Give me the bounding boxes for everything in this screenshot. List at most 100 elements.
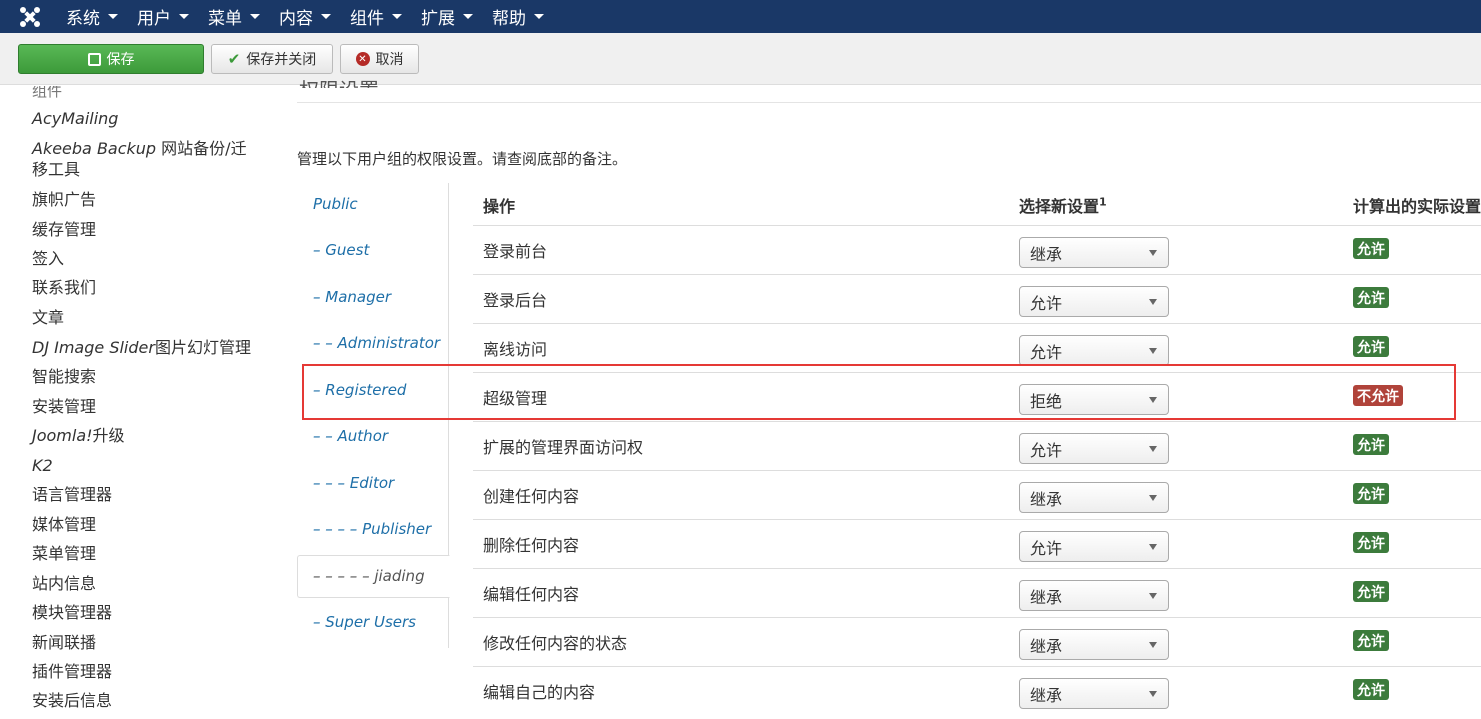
check-icon: ✔ xyxy=(227,50,241,68)
action-name: 创建任何内容 xyxy=(483,487,580,506)
status-badge: 允许 xyxy=(1353,581,1389,602)
status-badge: 允许 xyxy=(1353,630,1389,651)
status-badge: 允许 xyxy=(1353,532,1389,553)
table-row: 离线访问 允许 允许 xyxy=(473,324,1481,373)
menu-help[interactable]: 帮助 xyxy=(486,0,557,33)
permission-select[interactable]: 继承 xyxy=(1019,482,1169,513)
status-badge: 允许 xyxy=(1353,679,1389,700)
column-header-select-label: 选择新设置 xyxy=(1019,197,1100,216)
toolbar: 保存 ✔ 保存并关闭 ✕ 取消 xyxy=(0,33,1481,85)
tab-group-publisher[interactable]: – – – – Publisher xyxy=(313,520,431,538)
column-header-action: 操作 xyxy=(483,197,516,216)
cancel-button[interactable]: ✕ 取消 xyxy=(340,44,419,74)
action-name: 登录后台 xyxy=(483,291,548,310)
menu-label: 组件 xyxy=(350,9,384,29)
sidebar-item-k2[interactable]: K2 xyxy=(32,455,262,476)
sidebar-item-checkin[interactable]: 签入 xyxy=(32,248,262,269)
save-close-label: 保存并关闭 xyxy=(246,52,317,68)
permission-select[interactable]: 拒绝 xyxy=(1019,384,1169,415)
dropdown-arrow-icon xyxy=(1149,593,1157,599)
save-button[interactable]: 保存 xyxy=(18,44,204,74)
select-value: 继承 xyxy=(1030,636,1063,656)
action-name: 删除任何内容 xyxy=(483,536,580,555)
permission-select[interactable]: 允许 xyxy=(1019,531,1169,562)
tab-group-author[interactable]: – – Author xyxy=(313,427,388,445)
status-badge: 允许 xyxy=(1353,434,1389,455)
top-navbar: 系统 用户 菜单 内容 组件 扩展 帮助 xyxy=(0,0,1481,33)
sidebar-item-languages[interactable]: 语言管理器 xyxy=(32,484,262,505)
menu-users[interactable]: 用户 xyxy=(131,0,202,33)
select-value: 允许 xyxy=(1030,538,1063,558)
action-name: 修改任何内容的状态 xyxy=(483,634,628,653)
tab-group-administrator[interactable]: – – Administrator xyxy=(313,334,440,352)
action-name: 超级管理 xyxy=(483,389,548,408)
sidebar-item-contact[interactable]: 联系我们 xyxy=(32,277,262,298)
table-row: 创建任何内容 继承 允许 xyxy=(473,471,1481,520)
sidebar: 组件 AcyMailing Akeeba Backup 网站备份/迁移工具 旗帜… xyxy=(0,86,280,719)
sidebar-item-menus[interactable]: 菜单管理 xyxy=(32,543,262,564)
tab-group-jiading[interactable]: – – – – – jiading xyxy=(313,567,425,585)
sidebar-item-articles[interactable]: 文章 xyxy=(32,307,262,328)
dropdown-arrow-icon xyxy=(1149,446,1157,452)
sidebar-item-modules[interactable]: 模块管理器 xyxy=(32,602,262,623)
sidebar-item-messages[interactable]: 站内信息 xyxy=(32,573,262,594)
menu-menus[interactable]: 菜单 xyxy=(202,0,273,33)
caret-down-icon xyxy=(392,14,402,19)
menu-extensions[interactable]: 扩展 xyxy=(415,0,486,33)
sidebar-item-postinstall[interactable]: 安装后信息 xyxy=(32,690,262,711)
column-header-calculated: 计算出的实际设置 xyxy=(1353,197,1481,216)
dropdown-arrow-icon xyxy=(1149,691,1157,697)
tab-group-super-users[interactable]: – Super Users xyxy=(313,613,416,631)
tab-group-registered[interactable]: – Registered xyxy=(313,381,406,399)
dropdown-arrow-icon xyxy=(1149,299,1157,305)
permission-select[interactable]: 允许 xyxy=(1019,433,1169,464)
menu-label: 帮助 xyxy=(492,9,526,29)
sidebar-item-dj-image-slider[interactable]: DJ Image Slider图片幻灯管理 xyxy=(32,337,262,358)
dropdown-arrow-icon xyxy=(1149,495,1157,501)
menu-components[interactable]: 组件 xyxy=(344,0,415,33)
column-header-select: 选择新设置1 xyxy=(1019,193,1107,217)
tab-group-public[interactable]: Public xyxy=(313,195,358,213)
tab-group-editor[interactable]: – – – Editor xyxy=(313,474,394,492)
sidebar-item-newsfeeds[interactable]: 新闻联播 xyxy=(32,632,262,653)
table-row: 登录后台 允许 允许 xyxy=(473,275,1481,324)
permission-select[interactable]: 允许 xyxy=(1019,286,1169,317)
permission-select[interactable]: 继承 xyxy=(1019,237,1169,268)
dropdown-arrow-icon xyxy=(1149,250,1157,256)
caret-down-icon xyxy=(463,14,473,19)
action-name: 登录前台 xyxy=(483,242,548,261)
sidebar-item-banners[interactable]: 旗帜广告 xyxy=(32,189,262,210)
sidebar-item-media[interactable]: 媒体管理 xyxy=(32,514,262,535)
menu-content[interactable]: 内容 xyxy=(273,0,344,33)
table-row: 登录前台 继承 允许 xyxy=(473,226,1481,275)
menu-system[interactable]: 系统 xyxy=(60,0,131,33)
menu-label: 菜单 xyxy=(208,9,242,29)
sidebar-item-cache[interactable]: 缓存管理 xyxy=(32,219,262,240)
permission-select[interactable]: 继承 xyxy=(1019,678,1169,709)
sidebar-item-akeeba[interactable]: Akeeba Backup 网站备份/迁移工具 xyxy=(32,138,262,180)
status-badge: 不允许 xyxy=(1353,385,1403,406)
select-value: 拒绝 xyxy=(1030,391,1063,411)
status-badge: 允许 xyxy=(1353,287,1389,308)
dropdown-arrow-icon xyxy=(1149,544,1157,550)
sidebar-item-plugins[interactable]: 插件管理器 xyxy=(32,661,262,682)
caret-down-icon xyxy=(108,14,118,19)
permission-select[interactable]: 继承 xyxy=(1019,629,1169,660)
menu-label: 用户 xyxy=(137,9,171,29)
sidebar-item-acymailing[interactable]: AcyMailing xyxy=(32,108,262,129)
sidebar-item-joomla-update[interactable]: Joomla!升级 xyxy=(32,425,262,446)
sidebar-item-finder[interactable]: 智能搜索 xyxy=(32,366,262,387)
save-close-button[interactable]: ✔ 保存并关闭 xyxy=(211,44,333,74)
page-title: 权限设置 xyxy=(299,74,379,88)
joomla-logo-icon[interactable] xyxy=(0,0,60,33)
permission-select[interactable]: 允许 xyxy=(1019,335,1169,366)
tab-group-guest[interactable]: – Guest xyxy=(313,241,369,259)
permission-select[interactable]: 继承 xyxy=(1019,580,1169,611)
edit-icon xyxy=(87,52,101,66)
menu-label: 内容 xyxy=(279,9,313,29)
action-name: 编辑自己的内容 xyxy=(483,683,596,702)
tab-group-manager[interactable]: – Manager xyxy=(313,288,391,306)
dropdown-arrow-icon xyxy=(1149,348,1157,354)
sidebar-item-installer[interactable]: 安装管理 xyxy=(32,396,262,417)
menu-label: 系统 xyxy=(66,9,100,29)
